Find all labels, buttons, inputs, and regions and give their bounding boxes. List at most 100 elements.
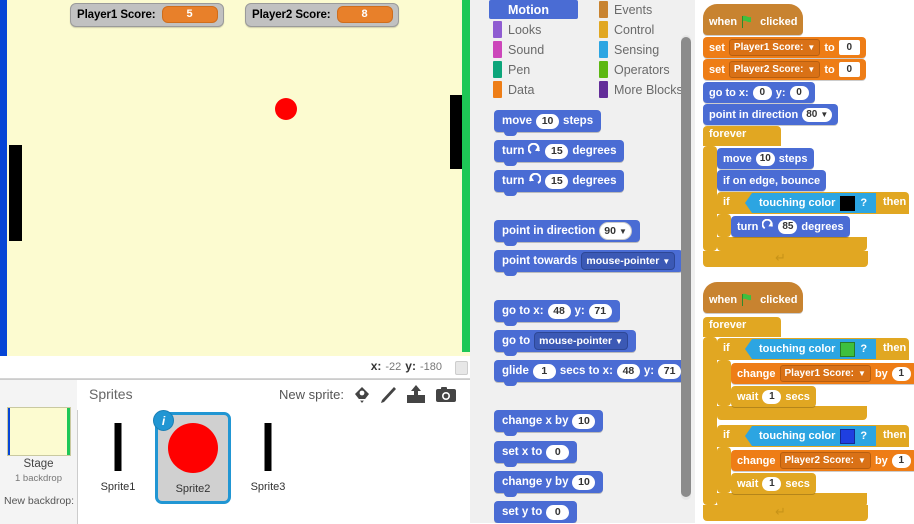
new-sprite-label: New sprite: [278,387,344,402]
script1-set-player1-score[interactable]: set Player1 Score: ▼ to 0 [703,37,866,58]
script1-move-steps[interactable]: move 10 steps [717,148,814,169]
move-steps-input[interactable]: 10 [536,113,560,129]
palette-block-go-to-xy[interactable]: go to x: 48 y: 71 [494,300,620,326]
paddle-left-sprite1[interactable] [9,145,22,241]
point-towards-dropdown[interactable]: mouse-pointer ▼ [581,252,676,270]
palette-block-set-x-to[interactable]: set x to 0 [494,441,578,467]
secs-to-x-words: secs to x: [559,365,613,377]
go-to-x-input[interactable]: 0 [752,85,772,100]
palette-block-move-steps[interactable]: move 10 steps [494,110,602,136]
palette-block-change-x-by[interactable]: change x by 10 [494,410,604,436]
turn-degrees-input[interactable]: 85 [778,219,798,234]
point-direction-dropdown[interactable]: 90 ▼ [599,222,632,240]
player2-variable-dropdown[interactable]: Player2 Score: ▼ [728,61,821,78]
glide-x-input[interactable]: 48 [616,363,640,379]
script1-touching-color-black[interactable]: touching color ? [745,193,877,213]
go-to-y-input[interactable]: 71 [588,303,612,319]
palette-block-glide[interactable]: glide 1 secs to x: 48 y: 71 [494,360,690,386]
script2-wait-secs-1[interactable]: wait 1 secs [731,386,816,407]
change-y-input[interactable]: 10 [572,474,596,490]
change-player2-amount-input[interactable]: 1 [891,453,911,468]
y-word: y: [775,86,786,99]
script1-set-player2-score[interactable]: set Player2 Score: ▼ to 0 [703,59,866,80]
paddle-right-sprite3[interactable] [450,95,462,169]
set-player1-value-input[interactable]: 0 [838,40,860,55]
wait-secs-input[interactable]: 1 [762,476,782,491]
script1-point-in-direction[interactable]: point in direction 80 ▼ [703,104,839,125]
watcher-player2-score[interactable]: Player2 Score: 8 [245,3,399,27]
scripts-canvas[interactable]: when clicked set Player1 Score: ▼ to 0 se… [695,0,914,523]
go-to-y-input[interactable]: 0 [789,85,809,100]
palette-block-turn-cw[interactable]: turn 15 degrees [494,140,625,166]
category-data[interactable]: Data [489,80,534,99]
palette-block-point-towards[interactable]: point towards mouse-pointer ▼ [494,250,684,276]
stage-selector[interactable]: Stage 1 backdrop New backdrop: [0,380,78,524]
script2-touching-color-green[interactable]: touching color ? [745,339,877,359]
category-sound[interactable]: Sound [489,40,544,59]
set-x-input[interactable]: 0 [546,444,570,460]
color-swatch-blue[interactable] [840,428,856,444]
palette-block-turn-ccw[interactable]: turn 15 degrees [494,170,625,196]
change-x-input[interactable]: 10 [572,413,596,429]
script1-turn-degrees[interactable]: turn 85 degrees [731,216,850,237]
turn-word: turn [502,175,525,187]
player2-variable-dropdown[interactable]: Player2 Score: ▼ [779,452,871,469]
player1-variable-dropdown[interactable]: Player1 Score: ▼ [779,365,871,382]
script1-when-flag-clicked[interactable]: when clicked [703,4,804,35]
palette-block-change-y-by[interactable]: change y by 10 [494,471,604,497]
go-to-x-input[interactable]: 48 [547,303,571,319]
motion-swatch [493,1,502,18]
turn-ccw-degrees-input[interactable]: 15 [545,173,569,189]
category-operators[interactable]: Operators [595,60,670,79]
script2-when-flag-clicked[interactable]: when clicked [703,282,804,313]
paint-brush-icon[interactable] [376,383,400,407]
sprite-library-icon[interactable] [350,383,374,407]
script2-wait-secs-2[interactable]: wait 1 secs [731,473,816,494]
category-sensing[interactable]: Sensing [595,40,659,59]
category-pen[interactable]: Pen [489,60,530,79]
category-events[interactable]: Events [595,0,652,19]
category-control[interactable]: Control [595,20,654,39]
set-y-input[interactable]: 0 [546,504,570,520]
ball-sprite2[interactable] [275,98,297,120]
glide-y-input[interactable]: 71 [658,363,682,379]
palette-block-point-in-direction[interactable]: point in direction 90 ▼ [494,220,640,246]
wait-secs-input[interactable]: 1 [762,389,782,404]
script2-change-player2-score[interactable]: change Player2 Score: ▼ by 1 [731,450,914,471]
category-more-blocks[interactable]: More Blocks [595,80,683,99]
stage-canvas[interactable]: Player1 Score: 5 Player2 Score: 8 [0,0,470,356]
script1-go-to-xy[interactable]: go to x: 0 y: 0 [703,82,815,103]
category-looks[interactable]: Looks [489,20,541,39]
stage-thumb-green-edge [67,408,70,455]
forever-label: forever [709,128,747,140]
script1-if-on-edge-bounce[interactable]: if on edge, bounce [717,170,827,191]
steps-word: steps [778,152,808,165]
change-player1-amount-input[interactable]: 1 [891,366,911,381]
sprite-card-sprite1[interactable]: Sprite1 [82,412,154,500]
then-word: then [883,342,907,354]
script1-if-left-arm [717,214,731,237]
palette-block-set-y-to[interactable]: set y to 0 [494,501,578,523]
color-swatch-green[interactable] [840,341,856,357]
script2-change-player1-score[interactable]: change Player1 Score: ▼ by 1 [731,363,914,384]
category-motion[interactable]: Motion [489,0,578,19]
move-steps-input[interactable]: 10 [755,151,775,166]
glide-secs-input[interactable]: 1 [532,363,556,379]
turn-cw-degrees-input[interactable]: 15 [545,143,569,159]
upload-icon[interactable] [404,383,428,407]
palette-block-go-to-target[interactable]: go to mouse-pointer ▼ [494,330,636,356]
script2-touching-color-blue[interactable]: touching color ? [745,426,877,446]
palette-scrollbar-thumb[interactable] [681,37,691,497]
coord-y-value: -180 [419,361,442,373]
sprite-card-sprite2[interactable]: i Sprite2 [153,410,231,504]
set-player2-value-input[interactable]: 0 [838,62,860,77]
sprite-card-sprite3[interactable]: Sprite3 [232,412,304,500]
stage-scroll-nub[interactable] [455,361,468,375]
player1-variable-dropdown[interactable]: Player1 Score: ▼ [728,39,821,56]
color-swatch-black[interactable] [840,195,856,211]
direction-dropdown[interactable]: 80 ▼ [802,107,833,122]
watcher-player1-score[interactable]: Player1 Score: 5 [70,3,224,27]
stage-thumbnail[interactable] [7,407,71,456]
go-to-target-dropdown[interactable]: mouse-pointer ▼ [534,332,628,350]
camera-icon[interactable] [434,383,458,407]
